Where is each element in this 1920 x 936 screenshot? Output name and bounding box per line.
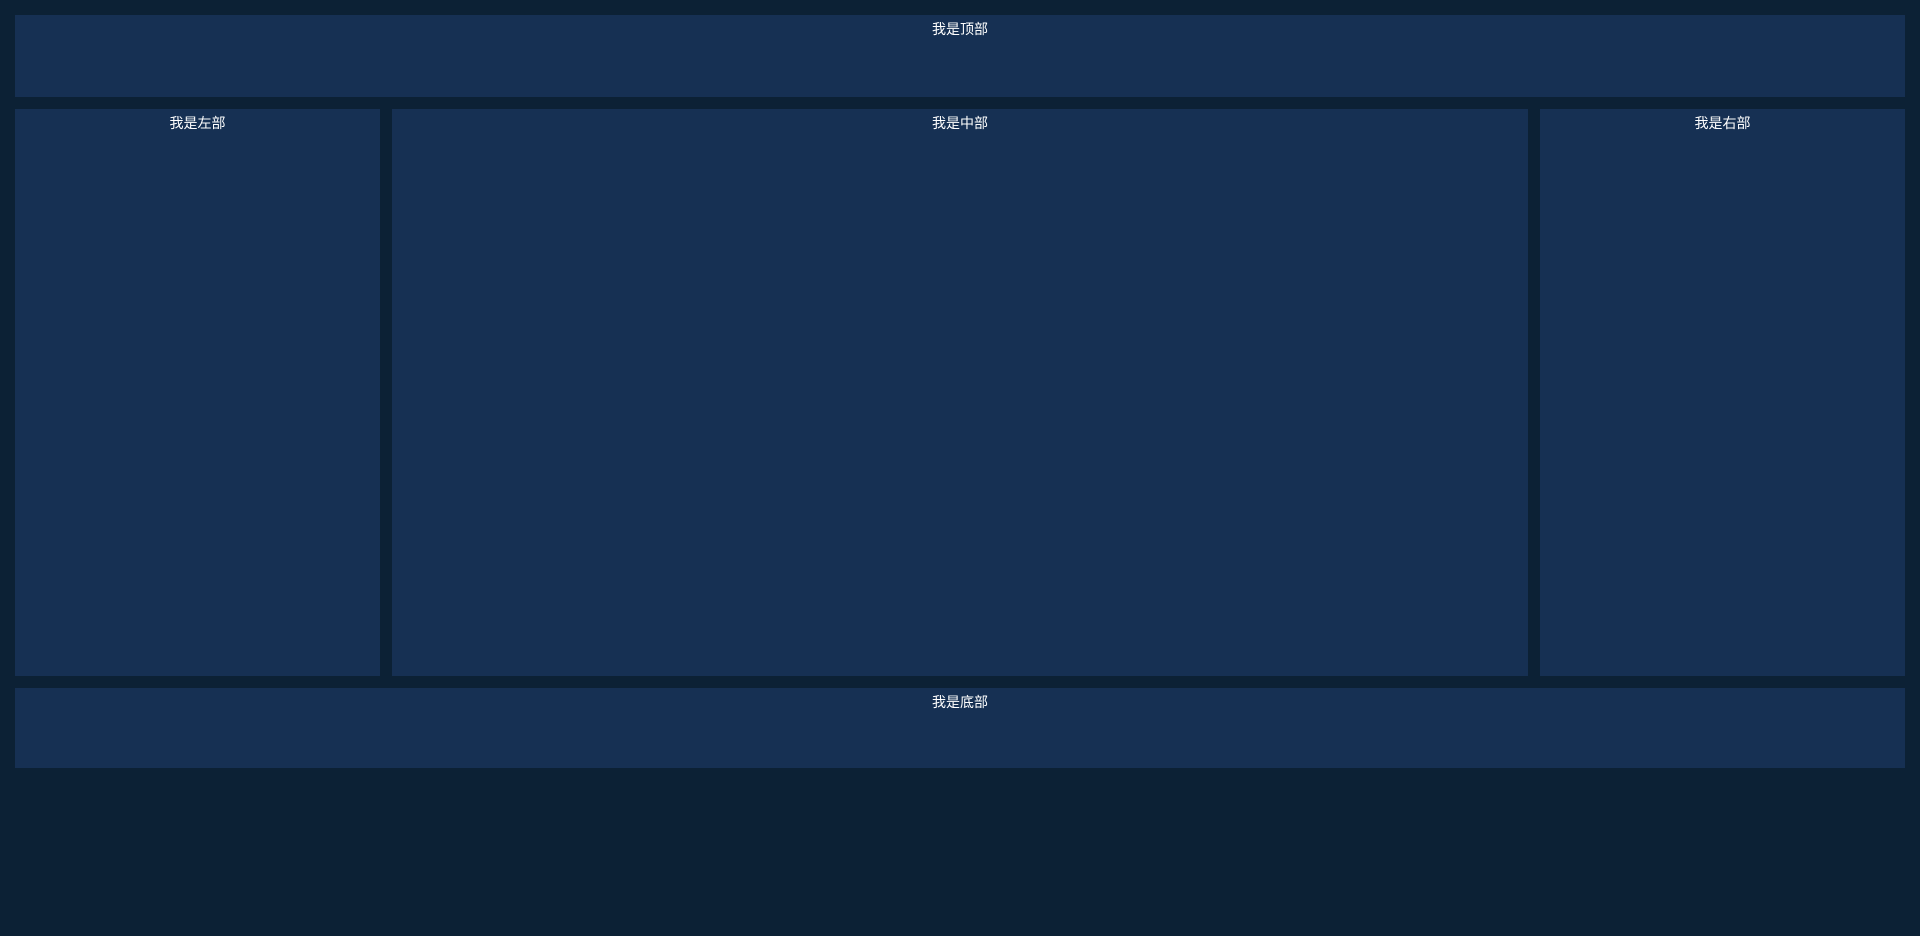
- right-panel: 我是右部: [1540, 109, 1905, 676]
- bottom-panel-label: 我是底部: [932, 694, 988, 710]
- top-panel-label: 我是顶部: [932, 21, 988, 37]
- middle-row: 我是左部 我是中部 我是右部: [15, 109, 1905, 676]
- center-panel-label: 我是中部: [932, 115, 988, 131]
- right-panel-label: 我是右部: [1695, 115, 1751, 131]
- center-panel: 我是中部: [392, 109, 1528, 676]
- top-panel: 我是顶部: [15, 15, 1905, 97]
- bottom-panel: 我是底部: [15, 688, 1905, 768]
- left-panel-label: 我是左部: [170, 115, 226, 131]
- left-panel: 我是左部: [15, 109, 380, 676]
- layout-container: 我是顶部 我是左部 我是中部 我是右部 我是底部: [0, 0, 1920, 936]
